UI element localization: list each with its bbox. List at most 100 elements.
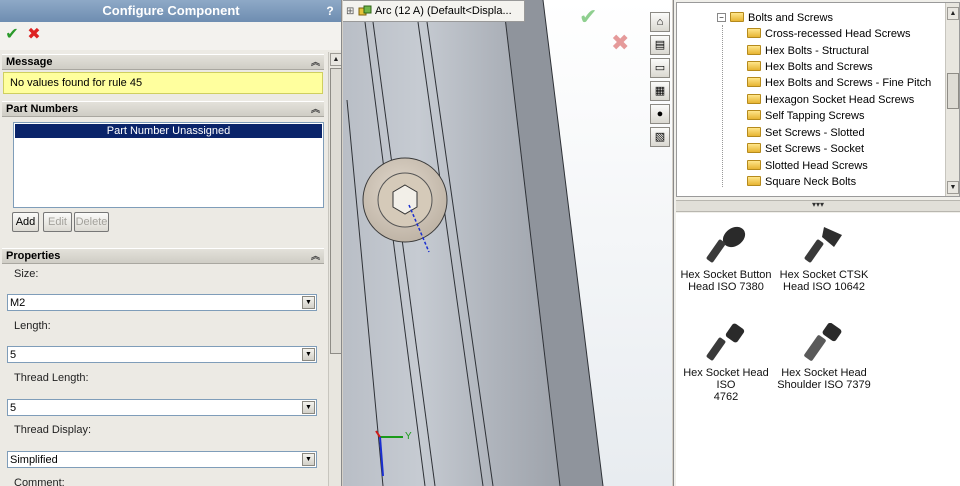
edit-button[interactable]: Edit [43,212,72,232]
collapse-icon[interactable]: ︽ [311,102,320,117]
scroll-up-icon[interactable]: ▲ [330,53,341,66]
add-button[interactable]: Add [12,212,39,232]
library-item-label: Hex Socket Head [781,367,867,379]
library-items: Hex Socket Button Head ISO 7380 Hex Sock… [676,213,960,486]
folder-icon [747,61,761,72]
triad-y-label: Y [405,431,412,442]
tree-item[interactable]: Hex Bolts and Screws [747,59,873,75]
appearances-icon[interactable]: ● [650,104,670,124]
folder-icon [747,127,761,138]
screw-thumbnail-icon [706,226,746,263]
tree-item-label: Hexagon Socket Head Screws [765,94,915,106]
panel-title-text: Configure Component [102,3,240,18]
folder-icon [747,94,761,105]
tree-item[interactable]: Hexagon Socket Head Screws [747,92,914,108]
thread-length-select[interactable]: 5 ▼ [7,399,317,416]
thread-display-select[interactable]: Simplified ▼ [7,451,317,468]
dropdown-arrow-icon[interactable]: ▼ [302,401,315,414]
view-palette-icon[interactable]: ▦ [650,81,670,101]
library-item-label: Hex Socket CTSK [779,269,869,281]
cancel-button[interactable]: ✖ [25,26,43,44]
library-item-hex-socket-button[interactable]: Hex Socket Button Head ISO 7380 [676,225,776,293]
collapse-icon[interactable]: − [717,12,726,22]
delete-button[interactable]: Delete [74,212,109,232]
file-explorer-icon[interactable]: ▭ [650,58,670,78]
library-item-hex-socket-ctsk[interactable]: Hex Socket CTSK Head ISO 10642 [774,225,874,293]
part-numbers-group-title: Part Numbers [6,103,79,115]
tree-item[interactable]: Self Tapping Screws [747,108,864,124]
library-tree-scrollbar[interactable]: ▲ ▼ [945,3,959,196]
folder-icon [747,110,761,121]
task-pane-tabs: ⌂ ▤ ▭ ▦ ● ▧ [648,8,672,147]
tree-item[interactable]: Hex Bolts and Screws - Fine Pitch [747,75,931,91]
property-manager: Configure Component ? ✔ ✖ Message ︽ No v… [0,0,342,486]
dropdown-arrow-icon[interactable]: ▼ [302,453,315,466]
part-number-list[interactable]: Part Number Unassigned [13,122,324,208]
part-numbers-group-header[interactable]: Part Numbers ︽ [2,101,324,117]
scroll-thumb[interactable] [330,68,341,354]
message-group-title: Message [6,56,53,68]
tree-item-bolts-and-screws[interactable]: − Bolts and Screws [717,10,833,26]
tree-item[interactable]: Slotted Head Screws [747,158,868,174]
custom-properties-icon[interactable]: ▧ [650,127,670,147]
tree-item[interactable]: Cross-recessed Head Screws [747,26,911,42]
tree-item[interactable]: Set Screws - Socket [747,141,864,157]
length-select[interactable]: 5 ▼ [7,346,317,363]
thread-length-value: 5 [10,402,17,414]
library-item-label: Hex Socket Button [680,269,772,281]
scroll-thumb[interactable] [947,73,959,109]
hex-socket [392,184,418,215]
folder-icon [747,28,761,39]
comment-label: Comment: [14,477,65,486]
properties-group-title: Properties [6,250,61,262]
tree-item-label: Hex Bolts and Screws - Fine Pitch [765,77,932,89]
tree-item-label: Bolts and Screws [748,12,833,24]
scroll-down-icon[interactable]: ▼ [947,181,959,194]
tree-item[interactable]: Square Neck Bolts [747,174,856,190]
folder-icon [747,143,761,154]
pane-splitter[interactable]: ▾▾▾ [676,200,960,212]
feature-tree-flyout[interactable]: ⊞ Arc (12 A) (Default<Displa... [343,0,525,22]
expand-icon[interactable]: ⊞ [346,2,356,21]
tree-item-label: Cross-recessed Head Screws [765,28,911,40]
graphics-area[interactable]: Y ⊞ Arc (12 A) (Default<Displa... ✔ ✖ [343,0,672,486]
property-scrollbar[interactable]: ▲ [328,52,341,486]
collapse-icon[interactable]: ︽ [311,249,320,264]
confirm-corner-ok-icon[interactable]: ✔ [579,4,597,30]
flyout-text: Arc (12 A) (Default<Displa... [375,5,512,17]
ok-button[interactable]: ✔ [3,26,21,44]
size-select[interactable]: M2 ▼ [7,294,317,311]
design-library-icon[interactable]: ▤ [650,35,670,55]
size-value: M2 [10,297,26,309]
dropdown-arrow-icon[interactable]: ▼ [302,296,315,309]
folder-icon [747,176,761,187]
part-number-row[interactable]: Part Number Unassigned [15,124,322,138]
message-box: No values found for rule 45 [3,72,323,94]
tree-item-label: Hex Bolts and Screws [765,61,873,73]
screw-thumbnail-icon [804,227,842,263]
library-item-label: Head ISO 7380 [688,281,764,293]
screw-thumbnail-icon [706,323,745,361]
length-label: Length: [14,320,51,332]
library-item-hex-socket-head[interactable]: Hex Socket Head ISO 4762 [676,323,776,403]
tree-item[interactable]: Hex Bolts - Structural [747,43,869,59]
tree-item-label: Slotted Head Screws [765,160,868,172]
collapse-icon[interactable]: ︽ [311,55,320,70]
thread-display-value: Simplified [10,454,58,466]
tree-item-label: Self Tapping Screws [765,110,865,122]
message-group-header[interactable]: Message ︽ [2,54,324,70]
properties-group-header[interactable]: Properties ︽ [2,248,324,264]
home-icon[interactable]: ⌂ [650,12,670,32]
dropdown-arrow-icon[interactable]: ▼ [302,348,315,361]
confirm-corner-cancel-icon[interactable]: ✖ [611,30,629,56]
model-viewport[interactable] [343,0,672,486]
help-button[interactable]: ? [322,3,338,19]
tree-item-label: Square Neck Bolts [765,176,857,188]
tree-item[interactable]: Set Screws - Slotted [747,125,865,141]
thread-length-label: Thread Length: [14,372,89,384]
library-item-hex-socket-shoulder[interactable]: Hex Socket Head Shoulder ISO 7379 [774,323,874,391]
tree-item-label: Hex Bolts - Structural [765,45,869,57]
scroll-up-icon[interactable]: ▲ [947,7,959,20]
library-tree[interactable]: − Bolts and Screws Cross-recessed Head Sc… [676,2,960,197]
panel-title: Configure Component ? [0,0,341,22]
